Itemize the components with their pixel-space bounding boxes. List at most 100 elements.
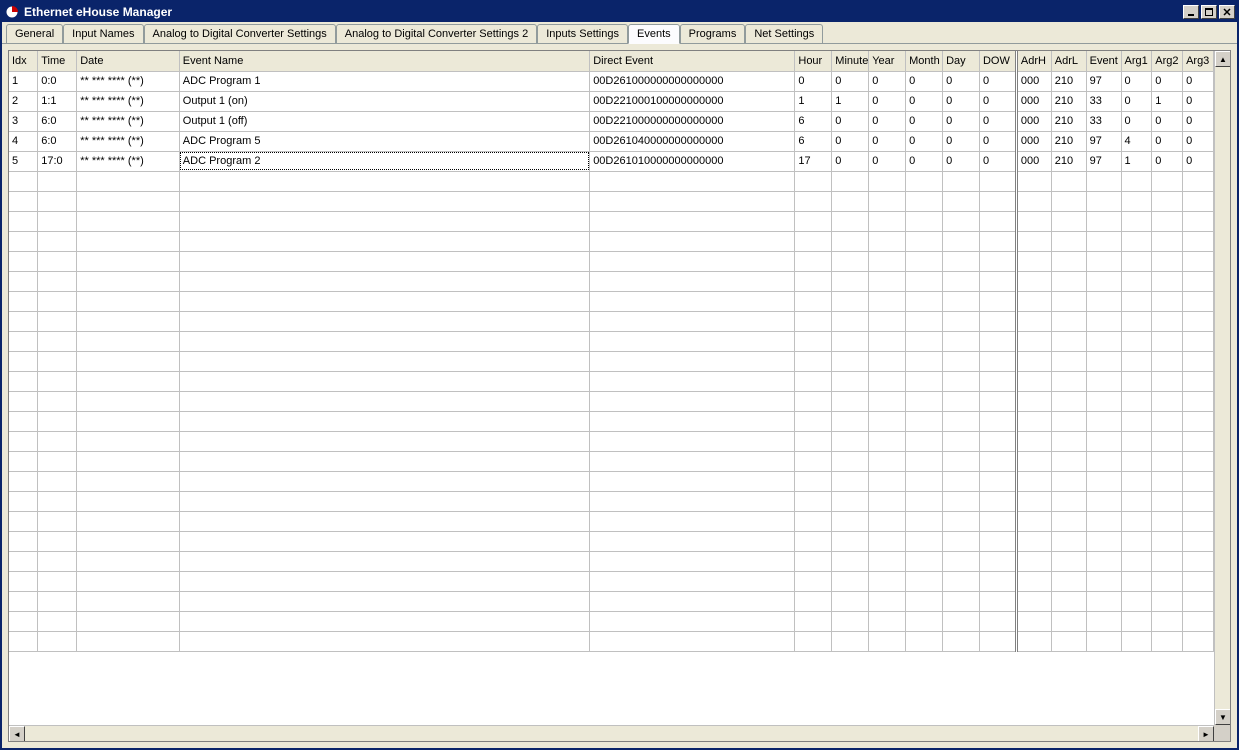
cell-empty[interactable]: [943, 171, 980, 191]
cell-empty[interactable]: [38, 531, 77, 551]
cell-empty[interactable]: [9, 511, 38, 531]
cell-year[interactable]: 0: [869, 151, 906, 171]
cell-empty[interactable]: [1051, 191, 1086, 211]
cell-empty[interactable]: [1016, 551, 1051, 571]
cell-empty[interactable]: [906, 471, 943, 491]
cell-empty[interactable]: [1152, 471, 1183, 491]
cell-empty[interactable]: [1121, 451, 1152, 471]
cell-empty[interactable]: [179, 171, 589, 191]
cell-empty[interactable]: [77, 251, 180, 271]
cell-adrh[interactable]: 000: [1016, 131, 1051, 151]
cell-empty[interactable]: [1121, 331, 1152, 351]
cell-empty[interactable]: [832, 371, 869, 391]
cell-empty[interactable]: [795, 511, 832, 531]
cell-empty[interactable]: [77, 431, 180, 451]
cell-adrh[interactable]: 000: [1016, 151, 1051, 171]
cell-empty[interactable]: [795, 271, 832, 291]
cell-empty[interactable]: [906, 291, 943, 311]
cell-empty[interactable]: [943, 631, 980, 651]
cell-empty[interactable]: [38, 251, 77, 271]
tab-net-settings[interactable]: Net Settings: [745, 24, 823, 43]
column-header-date[interactable]: Date: [77, 51, 180, 71]
cell-empty[interactable]: [1016, 291, 1051, 311]
cell-empty[interactable]: [869, 271, 906, 291]
cell-empty[interactable]: [795, 411, 832, 431]
cell-empty[interactable]: [1152, 551, 1183, 571]
cell-empty[interactable]: [1183, 271, 1214, 291]
cell-empty[interactable]: [1152, 511, 1183, 531]
cell-empty[interactable]: [1016, 591, 1051, 611]
cell-empty[interactable]: [1121, 191, 1152, 211]
cell-empty[interactable]: [1152, 591, 1183, 611]
cell-empty[interactable]: [832, 231, 869, 251]
cell-date[interactable]: ** *** **** (**): [77, 151, 180, 171]
column-header-month[interactable]: Month: [906, 51, 943, 71]
cell-empty[interactable]: [590, 231, 795, 251]
cell-empty[interactable]: [1183, 631, 1214, 651]
table-row-empty[interactable]: [9, 391, 1214, 411]
cell-empty[interactable]: [9, 451, 38, 471]
cell-empty[interactable]: [9, 411, 38, 431]
cell-empty[interactable]: [943, 291, 980, 311]
cell-empty[interactable]: [590, 331, 795, 351]
cell-empty[interactable]: [943, 471, 980, 491]
cell-empty[interactable]: [832, 291, 869, 311]
cell-adrl[interactable]: 210: [1051, 71, 1086, 91]
cell-empty[interactable]: [1183, 191, 1214, 211]
cell-empty[interactable]: [1016, 511, 1051, 531]
column-header-event[interactable]: Event: [1086, 51, 1121, 71]
cell-empty[interactable]: [179, 571, 589, 591]
cell-empty[interactable]: [832, 511, 869, 531]
cell-empty[interactable]: [1051, 311, 1086, 331]
cell-empty[interactable]: [9, 231, 38, 251]
vertical-scrollbar[interactable]: ▲ ▼: [1214, 51, 1230, 725]
cell-event[interactable]: 97: [1086, 151, 1121, 171]
cell-adrl[interactable]: 210: [1051, 91, 1086, 111]
cell-event[interactable]: 97: [1086, 71, 1121, 91]
cell-empty[interactable]: [38, 471, 77, 491]
cell-minute[interactable]: 0: [832, 131, 869, 151]
cell-empty[interactable]: [9, 331, 38, 351]
cell-empty[interactable]: [979, 371, 1016, 391]
cell-empty[interactable]: [590, 291, 795, 311]
table-row-empty[interactable]: [9, 611, 1214, 631]
cell-empty[interactable]: [1183, 471, 1214, 491]
cell-empty[interactable]: [1016, 571, 1051, 591]
cell-empty[interactable]: [38, 631, 77, 651]
cell-empty[interactable]: [1086, 591, 1121, 611]
cell-empty[interactable]: [77, 171, 180, 191]
cell-empty[interactable]: [943, 591, 980, 611]
cell-empty[interactable]: [9, 491, 38, 511]
cell-empty[interactable]: [1152, 211, 1183, 231]
cell-empty[interactable]: [1016, 211, 1051, 231]
cell-empty[interactable]: [832, 251, 869, 271]
cell-empty[interactable]: [9, 171, 38, 191]
scroll-left-button[interactable]: ◄: [9, 726, 25, 742]
cell-empty[interactable]: [832, 311, 869, 331]
cell-empty[interactable]: [9, 311, 38, 331]
scroll-up-button[interactable]: ▲: [1215, 51, 1231, 67]
cell-empty[interactable]: [1016, 611, 1051, 631]
horizontal-scrollbar[interactable]: ◄ ►: [9, 725, 1214, 741]
cell-empty[interactable]: [1183, 431, 1214, 451]
cell-direct-event[interactable]: 00D261000000000000000: [590, 71, 795, 91]
cell-time[interactable]: 6:0: [38, 131, 77, 151]
cell-empty[interactable]: [38, 371, 77, 391]
cell-empty[interactable]: [869, 191, 906, 211]
cell-empty[interactable]: [943, 551, 980, 571]
cell-empty[interactable]: [77, 451, 180, 471]
cell-empty[interactable]: [590, 211, 795, 231]
cell-empty[interactable]: [1183, 211, 1214, 231]
tab-analog-to-digital-converter-settings[interactable]: Analog to Digital Converter Settings: [144, 24, 336, 43]
cell-empty[interactable]: [1121, 291, 1152, 311]
cell-empty[interactable]: [795, 351, 832, 371]
cell-empty[interactable]: [943, 391, 980, 411]
cell-dow[interactable]: 0: [979, 111, 1016, 131]
cell-empty[interactable]: [979, 211, 1016, 231]
cell-empty[interactable]: [590, 191, 795, 211]
cell-empty[interactable]: [979, 551, 1016, 571]
cell-empty[interactable]: [38, 271, 77, 291]
cell-empty[interactable]: [1152, 491, 1183, 511]
cell-empty[interactable]: [1183, 491, 1214, 511]
cell-date[interactable]: ** *** **** (**): [77, 91, 180, 111]
